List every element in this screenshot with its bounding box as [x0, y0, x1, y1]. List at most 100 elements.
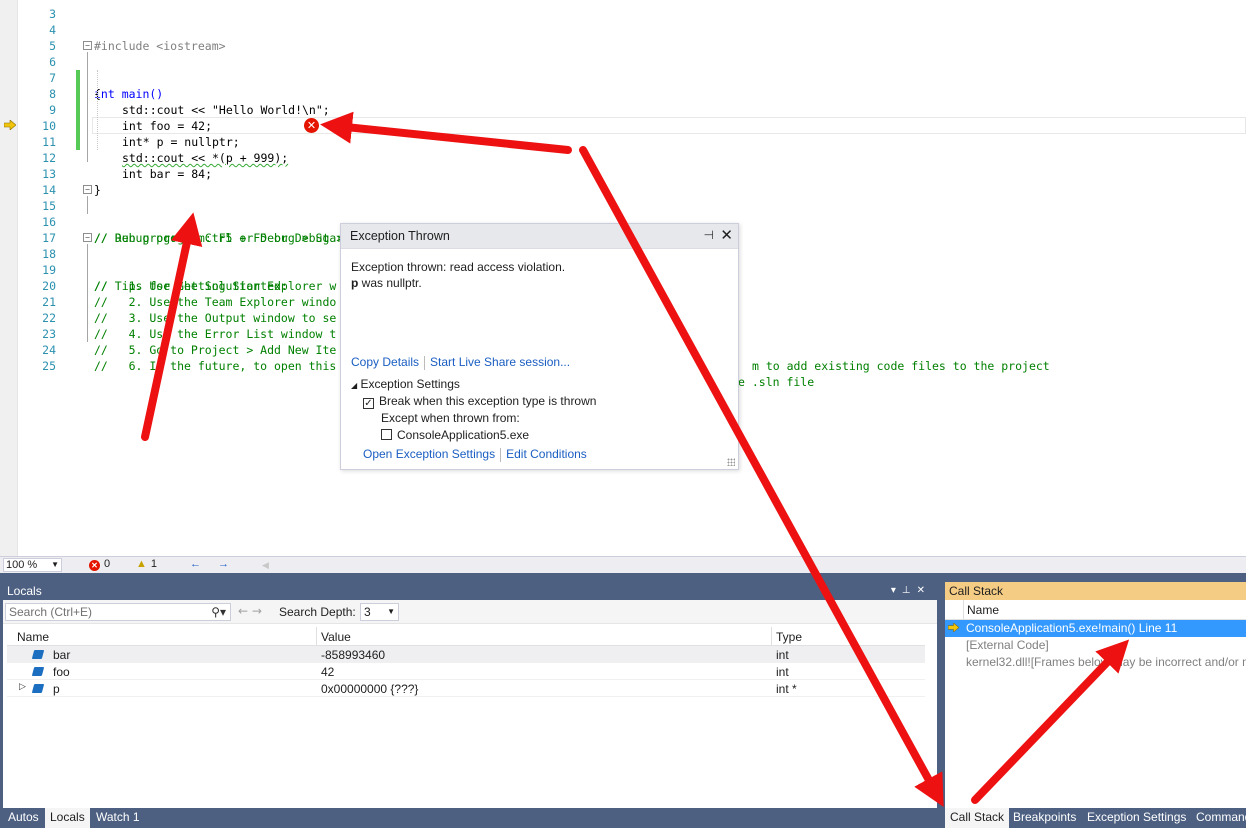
open-exception-settings-link[interactable]: Open Exception Settings [363, 447, 495, 461]
call-stack-frame[interactable]: kernel32.dll![Frames below may be incorr… [945, 654, 1246, 671]
exception-helper-popup: Exception Thrown ⊣ ✕ Exception thrown: r… [340, 223, 739, 470]
locals-grid: Name Value Type bar -858993460 int foo 4… [7, 627, 925, 697]
comment-text: // 6. In the future, to open this [94, 359, 337, 373]
warning-count[interactable]: ▲ 1 [136, 558, 157, 570]
exception-detail-text: was nullptr. [358, 276, 422, 290]
column-header-type[interactable]: Type [776, 630, 802, 644]
next-issue-arrow-icon[interactable]: → [218, 558, 229, 570]
copy-details-link[interactable]: Copy Details [351, 355, 419, 369]
code-line: 16 // Debug program: F5 or Debug > Start… [0, 198, 1246, 245]
zoom-value: 100 % [6, 559, 38, 571]
search-forward-icon[interactable]: → [252, 604, 262, 618]
local-type: int * [776, 682, 797, 696]
locals-row[interactable]: foo 42 int [7, 663, 925, 680]
fold-toggle[interactable]: − [83, 185, 92, 194]
chevron-down-icon: ▼ [51, 560, 59, 569]
tab-autos[interactable]: Autos [3, 808, 44, 828]
resize-grip-icon[interactable] [727, 458, 735, 466]
search-depth-select[interactable]: 3 ▼ [360, 603, 399, 621]
tab-command[interactable]: Command [1191, 808, 1246, 828]
break-when-thrown-label: Break when this exception type is thrown [379, 394, 597, 408]
variable-icon [31, 684, 45, 693]
locals-row[interactable]: bar -858993460 int [7, 646, 925, 663]
warning-count-value: 1 [150, 558, 158, 570]
code-line: 4 #include <iostream> [0, 6, 1246, 53]
search-depth-value: 3 [364, 605, 371, 619]
window-controls: ▾⊥✕ [891, 582, 931, 600]
frame-label: kernel32.dll![Frames below may be incorr… [966, 655, 1246, 669]
collapse-triangle-icon[interactable]: ◢ [351, 381, 357, 390]
variable-icon [31, 650, 45, 659]
module-exclusion-checkbox[interactable] [381, 429, 392, 440]
break-when-thrown-option[interactable]: ✓ Break when this exception type is throw… [363, 394, 596, 409]
call-stack-title-bar[interactable]: Call Stack [945, 582, 1246, 600]
expand-arrow-icon[interactable]: ▷ [19, 681, 26, 692]
close-icon[interactable]: ✕ [917, 585, 931, 596]
live-share-link[interactable]: Start Live Share session... [430, 355, 570, 369]
column-divider[interactable] [316, 627, 317, 646]
current-frame-arrow-icon [948, 623, 959, 632]
except-when-label: Except when thrown from: [381, 411, 520, 425]
frame-label: [External Code] [966, 638, 1049, 652]
code-line: 14 [0, 166, 1246, 197]
variable-icon [31, 667, 45, 676]
exception-popup-title: Exception Thrown [350, 229, 450, 243]
error-count[interactable]: ✕ 0 [89, 558, 110, 571]
fold-toggle[interactable]: − [83, 233, 92, 242]
previous-issue-arrow-icon[interactable]: ← [190, 558, 201, 570]
exception-error-icon[interactable]: ✕ [304, 118, 319, 133]
tab-watch-1[interactable]: Watch 1 [91, 808, 145, 828]
line-number: 25 [42, 359, 56, 373]
tab-breakpoints[interactable]: Breakpoints [1008, 808, 1081, 828]
pin-icon[interactable]: ⊥ [902, 585, 917, 596]
search-icon[interactable]: ⚲▾ [211, 604, 226, 620]
comment-text-tail: m to add existing code files to the proj… [752, 359, 1050, 373]
exception-popup-header[interactable]: Exception Thrown ⊣ ✕ [341, 224, 738, 249]
local-value[interactable]: 42 [321, 665, 334, 679]
exception-message-line: Exception thrown: read access violation. [351, 260, 566, 274]
exception-settings-section[interactable]: ◢ Exception Settings [351, 377, 460, 391]
search-depth-label: Search Depth: [279, 605, 356, 619]
column-divider [963, 600, 964, 620]
local-type: int [776, 665, 789, 679]
locals-title: Locals [7, 584, 42, 598]
bottom-right-tab-strip: Call Stack Breakpoints Exception Setting… [945, 808, 1246, 828]
dropdown-icon[interactable]: ▾ [891, 585, 902, 596]
close-icon[interactable]: ✕ [720, 226, 733, 244]
search-back-icon[interactable]: ← [238, 604, 248, 618]
module-name-label: ConsoleApplication5.exe [397, 428, 530, 442]
column-header-name[interactable]: Name [967, 603, 999, 617]
edit-conditions-link[interactable]: Edit Conditions [506, 447, 587, 461]
local-value[interactable]: 0x00000000 {???} [321, 682, 418, 696]
code-line: 9 int foo = 42; [0, 86, 1246, 133]
code-line: 10 int* p = nullptr; [0, 102, 1246, 149]
module-exclusion-option[interactable]: ConsoleApplication5.exe [381, 428, 529, 442]
local-value[interactable]: -858993460 [321, 648, 385, 662]
locals-toolbar: Search (Ctrl+E) ⚲▾ ← → Search Depth: 3 ▼ [3, 600, 937, 624]
locals-search-input[interactable]: Search (Ctrl+E) ⚲▾ [5, 603, 231, 621]
exception-settings-links: Open Exception Settings Edit Conditions [363, 447, 587, 462]
bottom-left-tab-strip: Autos Locals Watch 1 [3, 808, 943, 828]
call-stack-frame[interactable]: ConsoleApplication5.exe!main() Line 11 [945, 620, 1246, 637]
code-line-current: 11 std::cout << *(p + 999); [0, 118, 1246, 165]
locals-header-row: Name Value Type [7, 627, 925, 646]
tab-locals[interactable]: Locals [45, 808, 90, 828]
editor-status-bar: 100 % ▼ ✕ 0 ▲ 1 ← → ◀ [0, 556, 1246, 573]
fold-toggle[interactable]: − [83, 41, 92, 50]
scroll-left-icon[interactable]: ◀ [262, 560, 269, 571]
code-line: 12 int bar = 84; [0, 134, 1246, 181]
link-separator [424, 355, 426, 370]
column-header-value[interactable]: Value [321, 630, 351, 644]
column-header-name[interactable]: Name [17, 630, 49, 644]
call-stack-header-row: Name [945, 600, 1246, 620]
tab-call-stack[interactable]: Call Stack [945, 808, 1010, 828]
break-when-thrown-checkbox[interactable]: ✓ [363, 398, 374, 409]
column-divider[interactable] [771, 627, 772, 646]
zoom-select[interactable]: 100 % ▼ [3, 558, 62, 572]
locals-row[interactable]: ▷ p 0x00000000 {???} int * [7, 680, 925, 697]
tab-exception-settings[interactable]: Exception Settings [1082, 808, 1191, 828]
pin-icon[interactable]: ⊣ [704, 228, 714, 242]
call-stack-frame[interactable]: [External Code] [945, 637, 1246, 654]
frame-label: ConsoleApplication5.exe!main() Line 11 [966, 621, 1178, 635]
locals-title-bar[interactable]: Locals ▾⊥✕ [3, 582, 937, 600]
